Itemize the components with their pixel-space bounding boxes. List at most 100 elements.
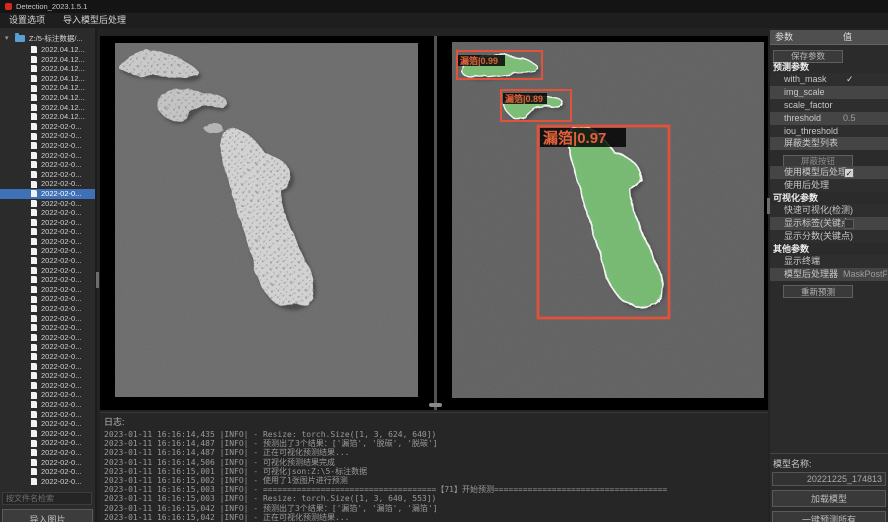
checkbox[interactable] [844, 219, 854, 229]
param-row[interactable]: 模型后处理器MaskPostPro [770, 268, 888, 281]
menu-item-settings[interactable]: 设置选项 [0, 13, 54, 28]
model-name-field[interactable]: 20221225_174813 [772, 472, 886, 486]
file-tree-item[interactable]: 2022-02-0... [0, 390, 95, 400]
param-row[interactable]: with_mask✓ [770, 73, 888, 86]
file-tree-item[interactable]: 2022-02-0... [0, 304, 95, 314]
file-tree-item[interactable]: 2022-02-0... [0, 151, 95, 161]
file-tree-item[interactable]: 2022-02-0... [0, 371, 95, 381]
app-window: Detection_2023.1.5.1 设置选项 导入模型后处理 ▾ Z:/5… [0, 0, 888, 522]
file-name: 2022-02-0... [41, 371, 81, 381]
param-row[interactable]: 使用模型后处理✓ [770, 166, 888, 179]
raw-image-panel[interactable] [115, 43, 418, 397]
file-tree-item[interactable]: 2022-02-0... [0, 381, 95, 391]
file-icon [31, 478, 37, 485]
param-row[interactable]: iou_threshold [770, 125, 888, 138]
file-tree-item[interactable]: 2022.04.12... [0, 45, 95, 55]
file-tree-item[interactable]: 2022-02-0... [0, 467, 95, 477]
file-tree-item[interactable]: 2022-02-0... [0, 294, 95, 304]
caret-down-icon[interactable]: ▾ [5, 32, 9, 45]
detection-label-2: 漏箔|0.89 [505, 93, 543, 104]
file-tree-item[interactable]: 2022-02-0... [0, 342, 95, 352]
file-tree-item[interactable]: 2022-02-0... [0, 218, 95, 228]
file-tree-item[interactable]: 2022.04.12... [0, 83, 95, 93]
param-row[interactable]: scale_factor [770, 99, 888, 112]
param-row[interactable]: 显示标签(关键点) [770, 217, 888, 230]
file-tree-item[interactable]: 2022-02-0... [0, 189, 95, 199]
file-tree-item[interactable]: 2022.04.12... [0, 93, 95, 103]
file-tree-item[interactable]: 2022-02-0... [0, 438, 95, 448]
file-tree-item[interactable]: 2022-02-0... [0, 237, 95, 247]
param-label: 屏蔽类型列表 [784, 137, 838, 150]
log-line: 2023-01-11 16:16:15,003 |INFO| - Resize:… [104, 494, 764, 503]
file-tree-item[interactable]: 2022-02-0... [0, 179, 95, 189]
file-tree-item[interactable]: 2022-02-0... [0, 333, 95, 343]
title-bar[interactable]: Detection_2023.1.5.1 [0, 0, 888, 13]
file-tree-item[interactable]: 2022-02-0... [0, 208, 95, 218]
param-row[interactable]: 显示终端 [770, 255, 888, 268]
file-tree-item[interactable]: 2022-02-0... [0, 131, 95, 141]
file-list: 2022.04.12...2022.04.12...2022.04.12...2… [0, 45, 95, 486]
file-tree-item[interactable]: 2022-02-0... [0, 448, 95, 458]
file-name: 2022-02-0... [41, 218, 81, 228]
file-name: 2022-02-0... [41, 410, 81, 420]
file-tree-item[interactable]: 2022-02-0... [0, 256, 95, 266]
import-image-button[interactable]: 导入图片 [2, 509, 93, 522]
prediction-image-panel[interactable]: 漏箔|0.99 漏箔|0.89 漏箔|0.97 [452, 42, 764, 398]
param-button[interactable]: 重新预测 [783, 285, 853, 298]
file-tree-item[interactable]: 2022-02-0... [0, 429, 95, 439]
file-name: 2022-02-0... [41, 429, 81, 439]
detection-label-1: 漏箔|0.99 [460, 55, 498, 66]
file-name: 2022-02-0... [41, 362, 81, 372]
file-icon [31, 382, 37, 389]
sidebar-splitter-handle[interactable] [96, 272, 99, 288]
checkbox[interactable]: ✓ [844, 168, 854, 178]
file-name: 2022-02-0... [41, 122, 81, 132]
log-area[interactable]: 日志: 2023-01-11 16:16:14,435 |INFO| - Res… [100, 412, 768, 522]
file-tree-item[interactable]: 2022-02-0... [0, 199, 95, 209]
tree-root[interactable]: ▾ Z:/5-标注数据/... [0, 32, 95, 45]
param-row[interactable]: 使用后处理 [770, 179, 888, 192]
param-row[interactable]: 快速可视化(检测) [770, 204, 888, 217]
file-icon [31, 133, 37, 140]
panel-divider-handle[interactable] [429, 403, 442, 407]
file-tree-item[interactable]: 2022-02-0... [0, 160, 95, 170]
file-tree-item[interactable]: 2022.04.12... [0, 112, 95, 122]
panel-divider[interactable] [434, 36, 437, 410]
file-tree-item[interactable]: 2022-02-0... [0, 410, 95, 420]
file-tree-item[interactable]: 2022-02-0... [0, 362, 95, 372]
file-tree-item[interactable]: 2022-02-0... [0, 458, 95, 468]
param-row[interactable]: threshold0.5 [770, 112, 888, 125]
file-tree-item[interactable]: 2022-02-0... [0, 419, 95, 429]
file-tree-item[interactable]: 2022-02-0... [0, 323, 95, 333]
file-tree-item[interactable]: 2022-02-0... [0, 285, 95, 295]
file-tree-item[interactable]: 2022-02-0... [0, 141, 95, 151]
file-tree-item[interactable]: 2022-02-0... [0, 227, 95, 237]
file-name: 2022.04.12... [41, 55, 85, 65]
file-tree-item[interactable]: 2022.04.12... [0, 64, 95, 74]
file-icon [31, 228, 37, 235]
predict-all-button[interactable]: 一键预测所有 [772, 511, 886, 522]
file-tree-item[interactable]: 2022-02-0... [0, 352, 95, 362]
search-input[interactable] [2, 492, 92, 505]
file-tree-item[interactable]: 2022-02-0... [0, 246, 95, 256]
file-icon [31, 104, 37, 111]
file-tree-item[interactable]: 2022-02-0... [0, 275, 95, 285]
load-model-button[interactable]: 加载模型 [772, 490, 886, 507]
file-tree-item[interactable]: 2022-02-0... [0, 400, 95, 410]
file-icon [31, 200, 37, 207]
file-tree-item[interactable]: 2022-02-0... [0, 122, 95, 132]
file-tree-item[interactable]: 2022.04.12... [0, 55, 95, 65]
file-tree[interactable]: ▾ Z:/5-标注数据/... 2022.04.12...2022.04.12.… [0, 28, 95, 486]
file-tree-item[interactable]: 2022.04.12... [0, 74, 95, 84]
param-row[interactable]: 屏蔽类型列表 [770, 137, 888, 150]
param-row[interactable]: 显示分数(关键点) [770, 230, 888, 243]
file-name: 2022-02-0... [41, 352, 81, 362]
menu-item-import-postprocess[interactable]: 导入模型后处理 [54, 13, 135, 28]
file-tree-item[interactable]: 2022.04.12... [0, 103, 95, 113]
file-tree-item[interactable]: 2022-02-0... [0, 477, 95, 487]
file-tree-item[interactable]: 2022-02-0... [0, 314, 95, 324]
file-name: 2022-02-0... [41, 294, 81, 304]
file-tree-item[interactable]: 2022-02-0... [0, 266, 95, 276]
param-row[interactable]: img_scale [770, 86, 888, 99]
file-tree-item[interactable]: 2022-02-0... [0, 170, 95, 180]
